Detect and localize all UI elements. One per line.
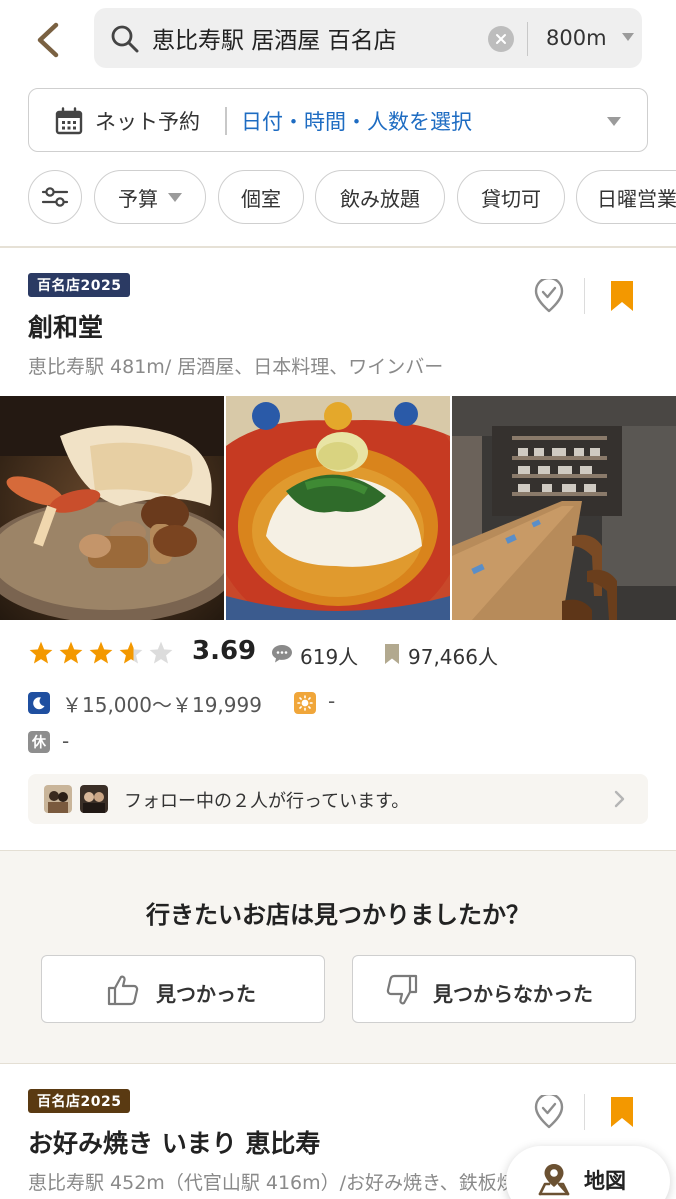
restaurant-photo-dish[interactable] [226,396,450,620]
photo-counter-interior [452,396,676,620]
review-count[interactable]: 619人 [300,641,358,670]
lunch-price: - [328,689,336,713]
restaurant-name[interactable]: お好み焼き いまり 恵比寿 [28,1124,320,1160]
star-empty-icon [149,641,173,664]
rating-score: 3.69 [192,636,257,666]
hyakumeiten-badge: 百名店2025 [28,273,131,297]
avatar [44,785,72,813]
reservation-selector[interactable]: ネット予約 日付・時間・人数を選択 [28,88,648,152]
save-bookmark-button[interactable] [602,274,642,318]
star-icon [29,641,53,664]
price-row: ￥15,000～￥19,999 - [28,688,648,718]
chevron-down-icon [622,33,634,41]
feedback-section: 行きたいお店は見つかりましたか？ 見つかった 見つからなかった [0,850,676,1064]
save-count: 97,466人 [408,645,498,669]
filter-chip-sunday-open[interactable]: 日曜営業 [576,170,676,224]
bookmark-icon [611,1097,633,1127]
header: 800m ネット予約 日付・時間・人数を選択 予算 [0,0,676,248]
heart-check-icon [534,1095,564,1129]
restaurant-meta: 恵比寿駅 452m（代官山駅 416m）/お好み焼き、鉄板焼き [28,1172,516,1194]
map-pin-icon [538,1164,570,1196]
star-icon [59,641,83,664]
holiday-text: - [62,729,70,753]
search-bar: 800m [94,8,642,68]
search-icon [111,25,139,53]
clear-search-button[interactable] [488,26,514,52]
heart-check-icon [534,279,564,313]
comment-icon [272,645,292,663]
hyakumeiten-badge: 百名店2025 [28,1089,131,1113]
restaurant-photo-interior[interactable] [452,396,676,620]
icon-divider [584,1094,585,1130]
filter-chip-private-booking[interactable]: 貸切可 [457,170,565,224]
not-found-button[interactable]: 見つからなかった [352,955,636,1023]
filter-chip-all-you-can-drink[interactable]: 飲み放題 [315,170,445,224]
filter-chip-label: 日曜営業 [597,186,676,211]
rating-row: 3.69 619人 97,466人 [28,636,648,672]
map-button[interactable]: 地図 [506,1146,670,1199]
back-arrow-icon [37,22,59,58]
want-to-go-button[interactable] [529,1090,569,1134]
filter-chip-label: 飲み放題 [340,186,420,211]
search-input[interactable] [152,16,472,60]
thumbs-up-icon [107,975,139,1006]
found-button[interactable]: 見つかった [41,955,325,1023]
photo-mushroom-dish [0,396,224,620]
reservation-divider [225,107,227,135]
star-half-icon [119,641,143,664]
distance-value: 800m [546,26,607,50]
filter-chip-budget[interactable]: 予算 [94,170,206,224]
restaurant-name[interactable]: 創和堂 [28,308,103,344]
filter-chip-label: 貸切可 [481,186,541,211]
want-to-go-button[interactable] [529,274,569,318]
bookmark-icon [611,281,633,311]
star-icon [89,641,113,664]
restaurant-meta: 恵比寿駅 481m/ 居酒屋、日本料理、ワインバー [28,356,444,378]
back-button[interactable] [22,12,74,68]
icon-divider [584,278,585,314]
found-label: 見つかった [156,982,256,1006]
distance-select[interactable]: 800m [546,18,638,58]
photo-tofu-dish [226,396,450,620]
reservation-label: ネット予約 [95,110,200,134]
filter-chip-label: 予算 [118,186,158,211]
following-users-text: フォロー中の２人が行っています。 [124,791,410,812]
feedback-title: 行きたいお店は見つかりましたか？ [146,901,530,929]
filter-sliders-icon [41,187,69,207]
restaurant-photo-mushrooms[interactable] [0,396,224,620]
moon-icon [28,692,50,714]
calendar-icon [55,107,83,135]
filter-chip-private-room[interactable]: 個室 [218,170,304,224]
chevron-down-icon [168,192,182,202]
search-divider [527,22,528,56]
chevron-down-icon [607,117,621,126]
filter-settings-button[interactable] [28,170,82,224]
chevron-right-icon [614,790,625,808]
filter-chip-row: 予算 個室 飲み放題 貸切可 日曜営業 [0,170,676,226]
following-users-bar[interactable]: フォロー中の２人が行っています。 [28,774,648,824]
save-bookmark-button[interactable] [602,1090,642,1134]
holiday-icon: 休 [28,731,50,753]
dinner-price: ￥15,000～￥19,999 [62,693,262,717]
map-label: 地図 [584,1169,626,1193]
thumbs-down-icon [386,974,418,1005]
reservation-value: 日付・時間・人数を選択 [241,110,472,134]
not-found-label: 見つからなかった [433,982,593,1006]
avatar [80,785,108,813]
sun-icon [294,692,316,714]
clear-icon [496,34,506,44]
filter-chip-label: 個室 [241,186,281,211]
bookmark-icon [385,644,399,664]
